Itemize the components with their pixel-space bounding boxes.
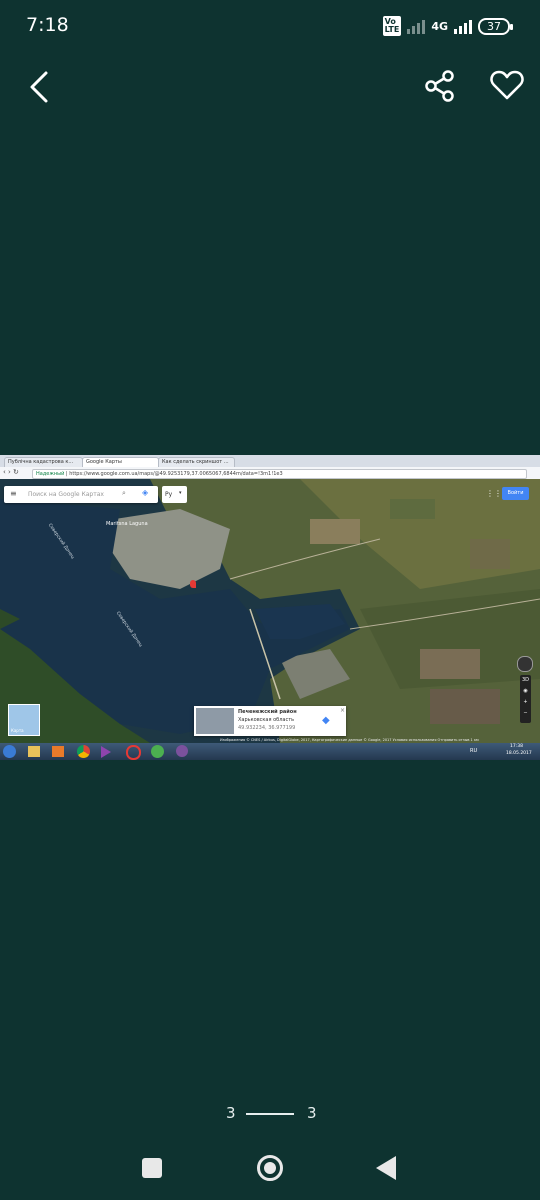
map-attribution: Изображения © CNES / Airbus, DigitalGlob… [220,738,479,742]
directions-icon[interactable]: ◆ [322,715,330,726]
place-subtitle: Харьковская область [238,717,295,723]
viber-icon[interactable] [176,745,188,757]
signal-strength-icon-2 [454,18,472,34]
language-dropdown[interactable]: Ру ▾ [162,486,187,503]
chevron-down-icon: ▾ [179,490,182,496]
sign-in-button[interactable]: Войти [502,487,529,500]
map-pin-icon[interactable] [190,580,196,588]
tab-label: Как сделать скриншот ... [162,459,229,465]
pager-divider [246,1113,294,1115]
windows-start-icon[interactable] [3,745,16,758]
pager-total: 3 [307,1104,317,1122]
taskbar-date[interactable]: 18.05.2017 [506,751,532,756]
battery-icon: 37 [478,17,513,35]
url-field[interactable]: Надежный | https://www.google.com.ua/map… [32,469,527,479]
media-player-icon[interactable] [52,746,64,757]
taskbar-time[interactable]: 17:38 [510,744,523,749]
url-text: https://www.google.com.ua/maps/@49.92531… [69,471,283,477]
tab-label: Google Карты [86,459,122,465]
map-search-placeholder: Поиск на Google Картах [28,491,104,498]
triangle-back-icon[interactable] [376,1156,396,1180]
map-zoom-controls[interactable]: 3D ◉ + − [520,675,531,723]
battery-level: 37 [487,19,501,33]
place-thumbnail [196,708,234,734]
place-title: Печенежский район [238,709,297,715]
chrome-icon[interactable] [77,745,90,758]
nav-arrows-icon[interactable]: ‹ › ↻ [3,468,19,476]
circle-icon[interactable] [257,1155,283,1181]
taskbar-lang[interactable]: RU [470,748,477,754]
opera-icon[interactable] [126,745,141,760]
map-layer-toggle[interactable]: Карта [8,704,40,736]
map-search-box[interactable]: ≡ Поиск на Google Картах ⌕ ◈ [4,486,158,503]
place-info-card[interactable]: Печенежский район Харьковская область 49… [194,706,346,736]
place-coords: 49.932234, 36.977199 [238,725,296,731]
signal-strength-icon [407,18,426,34]
explorer-icon[interactable] [28,746,40,757]
globe-icon[interactable] [151,745,164,758]
search-icon[interactable]: ⌕ [122,489,126,498]
close-icon[interactable]: × [340,707,345,714]
place-label[interactable]: Maritsna Laguna [106,521,148,527]
status-time: 7:18 [26,14,69,36]
system-nav-bar [0,1140,540,1200]
url-security-label: Надежный [36,471,65,477]
browser-tab-strip: Публічна кадастрова к... Google Карты Ка… [0,455,540,468]
layer-toggle-label: Карта [11,728,24,733]
network-type-label: 4G [431,19,448,33]
heart-outline-icon[interactable] [490,69,524,101]
apps-grid-icon[interactable]: ⋮⋮ [486,489,502,498]
tab-label: Публічна кадастрова к... [8,459,74,465]
square-icon[interactable] [142,1158,162,1178]
pager-current: 3 [226,1104,236,1122]
compass-icon[interactable] [517,656,533,672]
play-icon[interactable] [101,746,111,758]
satellite-map[interactable] [0,479,540,743]
screenshot-image[interactable]: Публічна кадастрова к... Google Карты Ка… [0,455,540,760]
share-icon[interactable] [424,70,456,102]
chevron-left-icon[interactable] [26,70,56,104]
status-icons: Vo LTE 4G 37 [382,16,513,36]
menu-icon[interactable]: ≡ [10,489,17,498]
image-pager: 3 3 [0,1104,540,1124]
language-label: Ру [165,491,173,498]
volte-badge: Vo LTE [382,16,402,36]
directions-icon[interactable]: ◈ [142,488,148,497]
windows-taskbar: RU 17:38 18.05.2017 [0,743,540,760]
